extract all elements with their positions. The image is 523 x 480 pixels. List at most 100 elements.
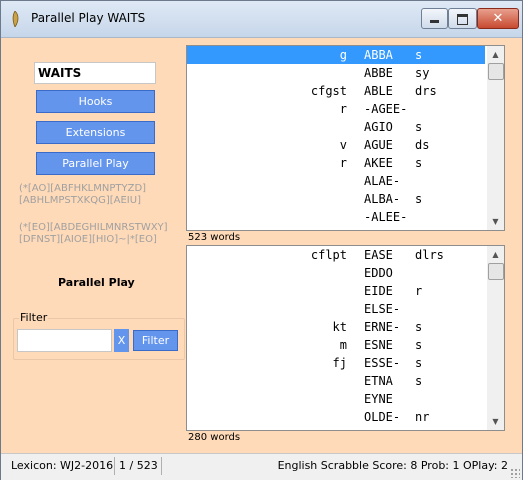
list-item[interactable]: EYNE: [187, 390, 485, 408]
list-item[interactable]: fj ESSE-s: [187, 354, 485, 372]
back-hooks: drs: [415, 84, 437, 98]
word: -ALEE-: [364, 210, 408, 224]
list-item[interactable]: r -AGEE-: [187, 100, 485, 118]
list-item[interactable]: cfgst ABLE drs: [187, 82, 485, 100]
front-hooks: g: [339, 48, 347, 62]
word-input[interactable]: WAITS: [34, 62, 156, 84]
maximize-icon: [457, 14, 468, 25]
filter-button[interactable]: Filter: [133, 330, 178, 351]
pattern-back: (*[EO][ABDEGHILMNRSTWXY] [DFNST][AIOE][H…: [19, 222, 168, 245]
word: ABBE: [364, 66, 393, 80]
maximize-button[interactable]: [448, 8, 477, 29]
list-item[interactable]: EDDO: [187, 264, 485, 282]
list-item[interactable]: m ESNE s: [187, 336, 485, 354]
list-item[interactable]: -ALEE-: [187, 208, 485, 226]
word: ESNE: [364, 338, 393, 352]
back-hooks: s: [415, 338, 423, 352]
back-hooks: nr: [415, 410, 430, 424]
score-status: English Scrabble Score: 8 Prob: 1 OPlay:…: [277, 459, 508, 472]
parallel-play-button[interactable]: Parallel Play: [36, 152, 155, 175]
back-hooks: s: [415, 356, 423, 370]
front-hooks: v: [339, 138, 347, 152]
list-item[interactable]: ABBE sy: [187, 64, 485, 82]
back-hooks: s: [415, 120, 423, 134]
back-hooks: s: [415, 192, 423, 206]
close-button[interactable]: ✕: [477, 8, 519, 29]
back-hooks: s: [415, 48, 423, 62]
minimize-button[interactable]: [421, 8, 448, 29]
list-item[interactable]: v AGUE ds: [187, 136, 485, 154]
filter-input[interactable]: [17, 329, 112, 352]
status-bar: Lexicon: WJ2-2016 1 / 523 English Scrabb…: [1, 453, 522, 480]
back-hooks: ds: [415, 138, 430, 152]
list-item[interactable]: OLDE-nr: [187, 408, 485, 426]
clear-filter-button[interactable]: X: [114, 329, 129, 352]
list-item[interactable]: g ABBA s: [187, 46, 485, 64]
list-item[interactable]: AGIO s: [187, 118, 485, 136]
status-separator: [161, 457, 162, 475]
word: ESSE-: [364, 356, 401, 370]
scroll-down-icon[interactable]: ▼: [487, 413, 504, 430]
word-list-bottom[interactable]: cflpt EASE dlrs EDDO EIDE r ELSE-kt ERNE-s m ESNE…: [186, 245, 505, 431]
status-separator: [114, 457, 115, 475]
back-hooks: s: [415, 320, 423, 334]
list-item[interactable]: ALAE-: [187, 172, 485, 190]
list-item[interactable]: cflpt EASE dlrs: [187, 246, 485, 264]
word-list-rows: cflpt EASE dlrs EDDO EIDE r ELSE-kt ERNE-s m ESNE…: [187, 246, 485, 426]
word: EDDO: [364, 266, 393, 280]
back-hooks: sy: [415, 66, 430, 80]
title-bar[interactable]: Parallel Play WAITS ✕: [1, 1, 522, 38]
feather-icon: [12, 11, 19, 27]
word-list-rows: g ABBA s ABBE sy cfgst ABLE drs r -AGEE- AGIO s v AGU…: [187, 46, 485, 226]
word: AKEE: [364, 156, 393, 170]
word: EYNE: [364, 392, 393, 406]
word: ABBA: [364, 48, 393, 62]
lexicon-status: Lexicon: WJ2-2016: [11, 459, 114, 472]
back-hooks: s: [415, 156, 423, 170]
minimize-icon: [430, 20, 439, 23]
scroll-thumb[interactable]: [488, 63, 504, 80]
front-hooks: cfgst: [310, 84, 347, 98]
window-title: Parallel Play WAITS: [31, 11, 146, 25]
list-item[interactable]: ELSE-: [187, 300, 485, 318]
word: ETNA: [364, 374, 393, 388]
word: EASE: [364, 248, 393, 262]
list-item[interactable]: ALBA-s: [187, 190, 485, 208]
front-hooks: kt: [332, 320, 347, 334]
scroll-thumb[interactable]: [488, 263, 504, 280]
word-list-top[interactable]: g ABBA s ABBE sy cfgst ABLE drs r -AGEE- AGIO s v AGU…: [186, 45, 505, 231]
back-hooks: dlrs: [415, 248, 444, 262]
front-hooks: r: [339, 156, 347, 170]
filter-legend: Filter: [19, 311, 49, 324]
front-hooks: cflpt: [310, 248, 347, 262]
front-hooks: r: [339, 102, 347, 116]
word: OLDE-: [364, 410, 401, 424]
scrollbar[interactable]: ▲ ▼: [487, 246, 504, 430]
scroll-up-icon[interactable]: ▲: [487, 46, 504, 63]
list-item[interactable]: ETNA s: [187, 372, 485, 390]
position-status: 1 / 523: [119, 459, 158, 472]
extensions-button[interactable]: Extensions: [36, 121, 155, 144]
word: EIDE: [364, 284, 393, 298]
scroll-down-icon[interactable]: ▼: [487, 213, 504, 230]
mode-label: Parallel Play: [58, 276, 135, 289]
resize-grip-icon[interactable]: [510, 468, 520, 478]
list-item[interactable]: EIDE r: [187, 282, 485, 300]
list-item[interactable]: kt ERNE-s: [187, 318, 485, 336]
scrollbar[interactable]: ▲ ▼: [487, 46, 504, 230]
word-count-bottom: 280 words: [188, 432, 241, 443]
word: -AGEE-: [364, 102, 408, 116]
back-hooks: s: [415, 374, 423, 388]
close-icon: ✕: [492, 11, 504, 26]
word: ERNE-: [364, 320, 401, 334]
word-count-top: 523 words: [188, 232, 241, 243]
word: ALBA-: [364, 192, 401, 206]
hooks-button[interactable]: Hooks: [36, 90, 155, 113]
front-hooks: m: [339, 338, 347, 352]
word: ALAE-: [364, 174, 401, 188]
list-item[interactable]: r AKEE s: [187, 154, 485, 172]
word: AGIO: [364, 120, 393, 134]
scroll-up-icon[interactable]: ▲: [487, 246, 504, 263]
word: AGUE: [364, 138, 393, 152]
back-hooks: r: [415, 284, 423, 298]
